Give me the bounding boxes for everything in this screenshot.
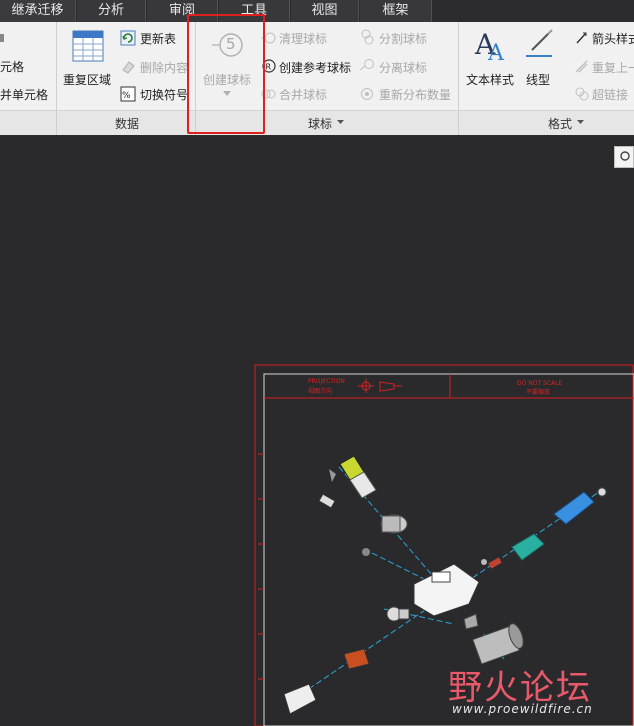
group-label-format[interactable]: 格式 bbox=[548, 115, 572, 132]
redistribute-qty-button[interactable]: 重新分布数量 bbox=[379, 86, 451, 103]
search-button[interactable] bbox=[614, 146, 634, 168]
tab-frame[interactable]: 框架 bbox=[360, 0, 432, 22]
redistribute-icon bbox=[361, 88, 373, 100]
group-separator bbox=[56, 22, 57, 135]
svg-text:%: % bbox=[122, 91, 131, 101]
partial-icon bbox=[0, 34, 4, 42]
merge-balloon-button[interactable]: 合并球标 bbox=[279, 86, 327, 103]
highlight-box bbox=[187, 14, 265, 134]
arrow-style-button[interactable]: 箭头样式 bbox=[592, 30, 634, 47]
watermark-url: www.proewildfire.cn bbox=[452, 702, 593, 716]
group-separator bbox=[458, 22, 459, 135]
scale-sublabel: 不要缩放 bbox=[526, 389, 551, 396]
repeat-last-button[interactable]: 重复上一 bbox=[592, 59, 634, 76]
create-ref-balloon-button[interactable]: 创建参考球标 bbox=[279, 59, 351, 76]
svg-text:R: R bbox=[266, 63, 272, 72]
arrow-style-icon bbox=[576, 32, 587, 44]
text-style-button[interactable]: 文本样式 bbox=[466, 71, 514, 88]
delete-content-button[interactable]: 删除内容 bbox=[140, 59, 188, 76]
clean-balloon-button[interactable]: 清理球标 bbox=[279, 30, 327, 47]
search-icon bbox=[620, 151, 630, 161]
group-expand-icon[interactable] bbox=[337, 120, 344, 125]
projection-label: PROJECTION bbox=[308, 378, 345, 385]
line-style-button[interactable]: 线型 bbox=[526, 71, 550, 88]
update-table-icon bbox=[120, 30, 136, 46]
switch-symbol-icon: % bbox=[120, 86, 136, 102]
svg-text:A: A bbox=[487, 41, 505, 62]
tab-view[interactable]: 视图 bbox=[291, 0, 359, 22]
switch-symbol-button[interactable]: 切换符号 bbox=[140, 86, 188, 103]
line-style-icon bbox=[526, 29, 553, 57]
app-window: 继承迁移 分析 审阅 工具 视图 框架 元格 并单元格 重复区域 更新表 删除内… bbox=[0, 0, 634, 726]
detach-balloon-icon bbox=[359, 59, 374, 71]
delete-content-icon bbox=[122, 61, 135, 74]
group-label-data: 数据 bbox=[115, 117, 140, 131]
text-style-icon: A A bbox=[474, 28, 505, 62]
tab-inherit-migrate[interactable]: 继承迁移 bbox=[0, 0, 76, 22]
partial-item-2[interactable]: 并单元格 bbox=[0, 86, 48, 103]
hyperlink-icon bbox=[575, 87, 589, 101]
group-expand-icon[interactable] bbox=[577, 120, 584, 125]
partial-item-1[interactable]: 元格 bbox=[0, 58, 24, 75]
repeat-region-button[interactable]: 重复区域 bbox=[63, 71, 111, 88]
group-label-balloon[interactable]: 球标 bbox=[308, 115, 332, 132]
split-balloon-button[interactable]: 分割球标 bbox=[379, 30, 427, 47]
detach-balloon-button[interactable]: 分离球标 bbox=[379, 59, 427, 76]
projection-sublabel: 视图方向 bbox=[308, 388, 333, 395]
repeat-last-icon bbox=[575, 60, 588, 73]
update-table-button[interactable]: 更新表 bbox=[140, 30, 176, 47]
scale-label: DO NOT SCALE bbox=[517, 380, 563, 387]
tab-analysis[interactable]: 分析 bbox=[77, 0, 146, 22]
tab-bar-empty bbox=[433, 0, 634, 22]
ribbon-tab-bar: 继承迁移 分析 审阅 工具 视图 框架 bbox=[0, 0, 634, 22]
split-balloon-icon bbox=[361, 29, 374, 45]
repeat-region-icon bbox=[72, 30, 104, 62]
hyperlink-button[interactable]: 超链接 bbox=[592, 86, 628, 103]
